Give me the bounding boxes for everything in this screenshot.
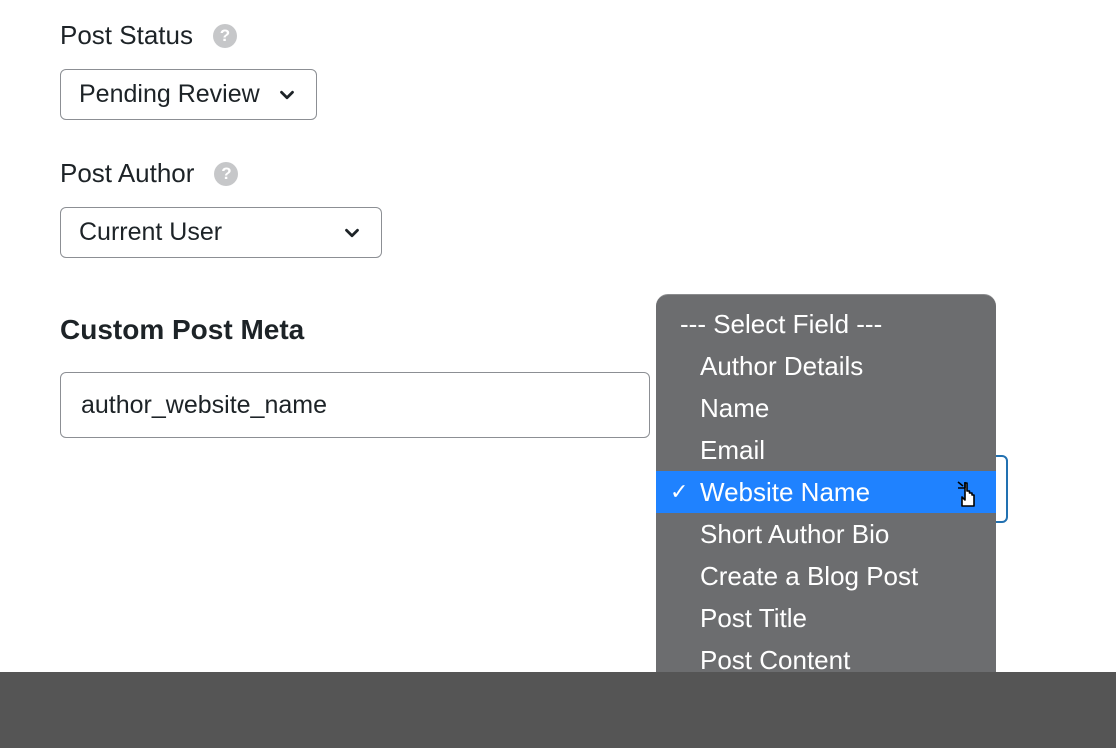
dropdown-option-label: --- Select Field --- <box>680 309 882 339</box>
post-author-label: Post Author <box>60 158 194 189</box>
dropdown-option[interactable]: Post Title <box>656 597 996 639</box>
post-status-select[interactable]: Pending Review <box>60 69 317 120</box>
dropdown-option[interactable]: Short Author Bio <box>656 513 996 555</box>
dropdown-option[interactable]: --- Select Field --- <box>656 303 996 345</box>
dropdown-option-label: Website Name <box>700 477 870 507</box>
dropdown-option-label: Create a Blog Post <box>700 561 918 591</box>
dropdown-option-label: Post Content <box>700 645 850 675</box>
check-icon: ✓ <box>670 479 688 505</box>
meta-key-input[interactable] <box>60 372 650 438</box>
dropdown-option-label: Author Details <box>700 351 863 381</box>
post-author-value: Current User <box>79 218 325 247</box>
field-dropdown-menu[interactable]: --- Select Field --- Author Details Name Em… <box>656 294 996 701</box>
post-status-value: Pending Review <box>79 80 260 109</box>
post-status-label: Post Status <box>60 20 193 51</box>
footer-bar <box>0 672 1116 748</box>
dropdown-option[interactable]: Author Details <box>656 345 996 387</box>
chevron-down-icon <box>341 222 363 244</box>
help-icon[interactable]: ? <box>214 162 238 186</box>
chevron-down-icon <box>276 84 298 106</box>
dropdown-option[interactable]: Create a Blog Post <box>656 555 996 597</box>
help-icon[interactable]: ? <box>213 24 237 48</box>
dropdown-option-label: Name <box>700 393 769 423</box>
dropdown-option-label: Post Title <box>700 603 807 633</box>
dropdown-option-label: Short Author Bio <box>700 519 889 549</box>
post-author-select[interactable]: Current User <box>60 207 382 258</box>
dropdown-option-label: Email <box>700 435 765 465</box>
dropdown-option[interactable]: Email <box>656 429 996 471</box>
dropdown-option[interactable]: ✓ Website Name <box>656 471 996 513</box>
dropdown-option[interactable]: Name <box>656 387 996 429</box>
